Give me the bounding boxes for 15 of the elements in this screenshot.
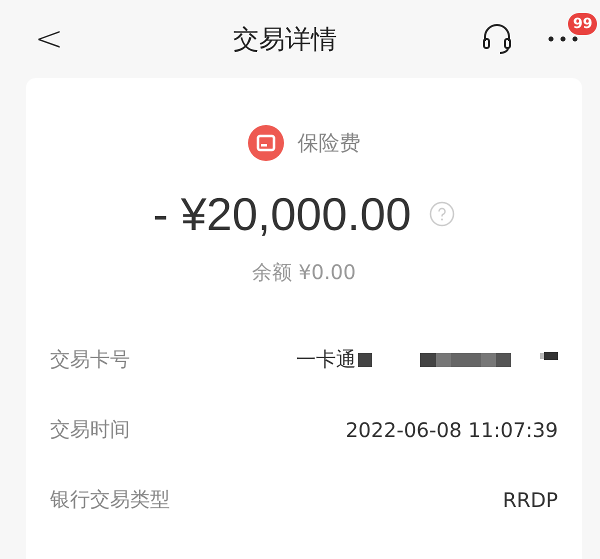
detail-value: 2022-06-08 11:07:39 xyxy=(346,418,558,442)
card-icon xyxy=(248,125,284,161)
detail-label: 交易时间 xyxy=(50,416,130,443)
detail-label: 交易卡号 xyxy=(50,346,130,373)
detail-label: 银行交易类型 xyxy=(50,486,170,513)
category-label: 保险费 xyxy=(298,130,360,157)
amount: - ¥20,000.00 xyxy=(152,187,412,241)
more-button[interactable] xyxy=(548,35,578,43)
notification-badge: 99 xyxy=(568,13,598,35)
headset-icon[interactable] xyxy=(480,23,514,55)
detail-value: RRDP xyxy=(502,488,558,512)
balance: 余额 ¥0.00 xyxy=(252,259,356,286)
page-title: 交易详情 xyxy=(232,24,338,56)
back-button[interactable]: < xyxy=(34,19,64,59)
detail-value: 一卡通 xyxy=(296,346,356,373)
